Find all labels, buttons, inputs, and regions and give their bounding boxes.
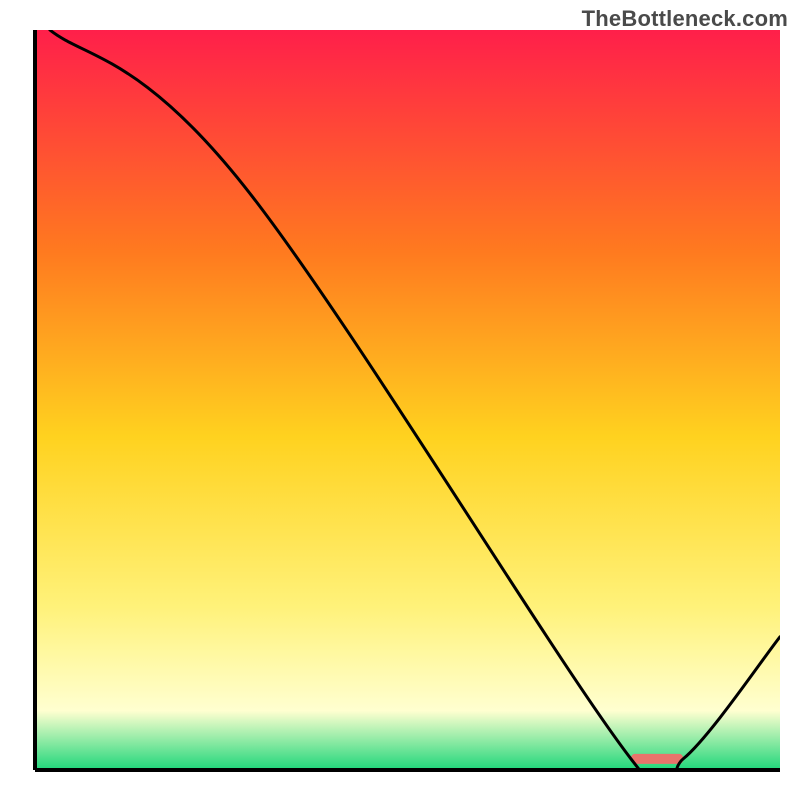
minimum-marker: [631, 754, 683, 764]
chart-stage: TheBottleneck.com: [0, 0, 800, 800]
plot-background: [35, 30, 780, 770]
bottleneck-chart: [0, 0, 800, 800]
